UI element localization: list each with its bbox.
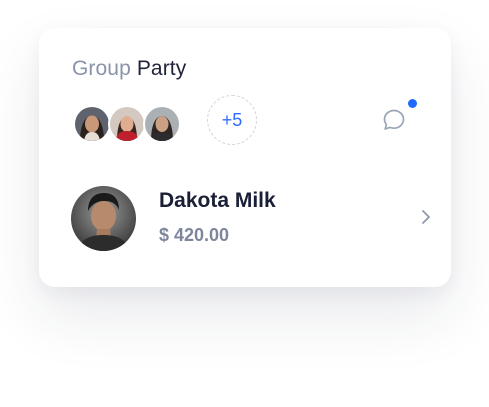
chevron-right-icon[interactable] — [417, 208, 435, 226]
group-card: Group Party +5 Dakota Milk $ 420.00 — [39, 28, 451, 287]
notification-dot — [408, 99, 417, 108]
member-avatar-2[interactable] — [108, 105, 146, 143]
person-avatar — [71, 186, 136, 251]
member-avatar-1[interactable] — [73, 105, 111, 143]
chat-bubble-icon — [383, 109, 405, 130]
person-amount: $ 420.00 — [159, 225, 230, 245]
more-members-button[interactable]: +5 — [207, 95, 257, 145]
title-main: Party — [136, 57, 187, 80]
member-avatars[interactable] — [73, 105, 183, 143]
person-row[interactable]: Dakota Milk $ 420.00 — [71, 186, 430, 252]
member-avatar-3[interactable] — [143, 105, 181, 143]
title-prefix: Group — [72, 57, 131, 80]
card-title: Group Party — [72, 56, 186, 82]
chat-button[interactable] — [382, 108, 406, 132]
person-name: Dakota Milk — [159, 189, 276, 212]
